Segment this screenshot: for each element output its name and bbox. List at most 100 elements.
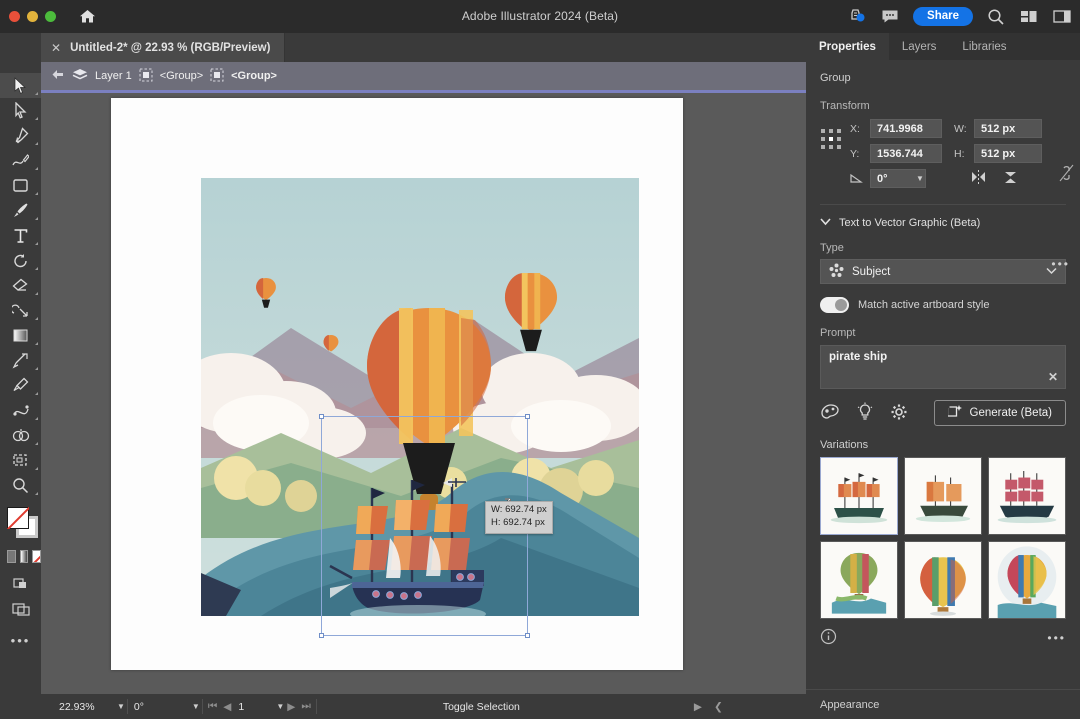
canvas-area[interactable]: W: 692.74 px H: 692.74 px [41,93,806,694]
prompt-input[interactable]: pirate ship ✕ [820,345,1066,389]
generate-button[interactable]: Generate (Beta) [933,400,1066,426]
gradient-tool[interactable] [0,323,41,348]
variation-ship-1[interactable] [820,457,898,535]
status-mode-label[interactable]: Toggle Selection [439,698,524,715]
height-input[interactable]: 512 px [974,144,1042,163]
document-tab[interactable]: ✕ Untitled-2* @ 22.93 % (RGB/Preview) [41,33,286,62]
panel-more-options-icon[interactable]: ••• [1047,631,1066,645]
inspire-icon[interactable] [856,402,874,424]
color-mode-buttons[interactable] [0,550,42,563]
tools-panel: ••• [0,33,42,719]
chevron-down-icon[interactable]: ▼ [276,702,284,711]
direct-selection-tool[interactable] [0,98,41,123]
screen-mode-button[interactable] [0,596,41,621]
info-icon[interactable] [820,628,837,648]
y-input[interactable]: 1536.744 [870,144,942,163]
tab-properties[interactable]: Properties [806,33,889,60]
scale-tool[interactable] [0,298,41,323]
generate-button-label: Generate (Beta) [969,407,1052,419]
panel-icon[interactable] [1052,7,1072,27]
transform-section-title: Transform [820,100,870,112]
tab-layers[interactable]: Layers [889,33,950,60]
selection-handle[interactable] [319,633,324,638]
artboard-next-icon[interactable]: ▶ [284,701,298,713]
chevron-down-icon[interactable]: ▼ [192,702,200,711]
breadcrumb-group-2[interactable]: <Group> [231,70,277,82]
flip-vertical-icon[interactable] [1003,170,1018,188]
shape-builder-tool[interactable] [0,423,41,448]
pen-tool[interactable] [0,123,41,148]
workspace-icon[interactable] [1019,7,1039,27]
selection-handle[interactable] [525,633,530,638]
variation-balloon-3[interactable] [988,541,1066,619]
rectangle-tool[interactable] [0,173,41,198]
eyedropper-tool[interactable] [0,373,41,398]
zoom-tool[interactable] [0,473,41,498]
selection-handle[interactable] [525,414,530,419]
search-icon[interactable] [986,7,1006,27]
type-select[interactable]: Subject [820,259,1066,284]
resize-dimensions-tooltip: W: 692.74 px H: 692.74 px [485,501,553,534]
breadcrumb-group-1[interactable]: <Group> [160,70,203,82]
chevron-down-icon[interactable] [820,217,831,229]
artboard-first-icon[interactable]: ⏮ [205,700,220,713]
reference-point-icon[interactable] [820,128,842,150]
width-tool[interactable] [0,348,41,373]
style-reference-icon[interactable] [820,403,840,424]
close-icon[interactable]: ✕ [51,42,61,54]
rotate-tool[interactable] [0,248,41,273]
cloud-sync-icon[interactable] [847,7,867,27]
fill-stroke-swatches[interactable] [0,502,41,548]
text-to-vector-title: Text to Vector Graphic (Beta) [839,217,981,229]
variation-balloon-2[interactable] [904,541,982,619]
link-broken-icon[interactable] [1059,164,1074,185]
paintbrush-tool[interactable] [0,198,41,223]
share-button[interactable]: Share [913,7,973,26]
panel-footer: ••• [820,628,1066,648]
width-input[interactable]: 512 px [974,119,1042,138]
artboard-last-icon[interactable]: ⏭ [298,700,313,713]
artboard-tool[interactable] [0,448,41,473]
appearance-section[interactable]: Appearance [806,689,1080,719]
w-label: W: [954,122,967,135]
settings-gear-icon[interactable] [890,403,908,424]
transform-more-options-icon[interactable]: ••• [1051,257,1070,271]
color-button[interactable] [7,550,16,563]
zoom-level-field[interactable]: 22.93% [55,698,117,715]
next-icon[interactable]: ▶ [694,701,702,713]
tab-libraries[interactable]: Libraries [949,33,1019,60]
prev-icon[interactable]: ❮ [714,701,723,713]
match-artboard-style-row[interactable]: Match active artboard style [820,297,1066,313]
x-input[interactable]: 741.9968 [870,119,942,138]
artboard-prev-icon[interactable]: ◀ [220,701,234,713]
back-arrow-icon[interactable] [50,68,65,84]
artboard-number-field[interactable]: 1 [234,698,276,715]
blend-tool[interactable] [0,398,41,423]
eraser-tool[interactable] [0,273,41,298]
comment-icon[interactable] [880,7,900,27]
variation-ship-2[interactable] [904,457,982,535]
gradient-button[interactable] [19,550,29,563]
close-icon[interactable]: ✕ [1048,370,1058,384]
generate-controls: Generate (Beta) [820,400,1066,426]
more-tools-button[interactable]: ••• [0,621,41,648]
breadcrumb-layer[interactable]: Layer 1 [95,70,132,82]
panel-tab-bar: Properties Layers Libraries [806,33,1080,60]
chevron-down-icon[interactable]: ▼ [916,174,924,183]
none-button[interactable] [32,550,42,563]
drawing-mode-button[interactable] [0,571,41,596]
type-tool[interactable] [0,223,41,248]
generate-icon [946,404,963,422]
selection-handle[interactable] [319,414,324,419]
title-bar: Adobe Illustrator 2024 (Beta) Share [0,0,1080,33]
chevron-down-icon[interactable]: ▼ [117,702,125,711]
variation-balloon-1[interactable] [820,541,898,619]
artboard[interactable] [111,98,683,670]
selection-tool[interactable] [0,73,41,98]
variation-ship-3[interactable] [988,457,1066,535]
text-to-vector-section-header[interactable]: Text to Vector Graphic (Beta) [820,217,1066,229]
curvature-tool[interactable] [0,148,41,173]
flip-horizontal-icon[interactable] [970,170,987,187]
rotation-field[interactable]: 0° [130,698,192,715]
match-artboard-style-toggle[interactable] [820,297,849,313]
